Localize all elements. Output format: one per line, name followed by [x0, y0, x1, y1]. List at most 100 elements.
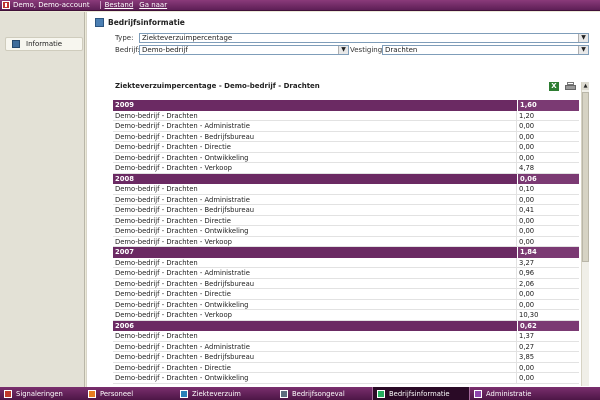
taskbar-item-label: Bedrijfsinformatie [389, 389, 450, 398]
signal-icon [4, 389, 12, 398]
column-divider [516, 110, 517, 121]
company-icon [377, 389, 385, 398]
scroll-up-icon[interactable]: ▲ [582, 82, 589, 90]
module-taskbar: Signaleringen Personeel Ziekteverzuim Bedri… [0, 387, 600, 400]
table-row: Demo-bedrijf - Drachten - Administratie 0… [113, 268, 579, 279]
table-row: Demo-bedrijf - Drachten - Directie 0,00 [113, 362, 579, 373]
department-label: Demo-bedrijf - Drachten - Bedrijfsbureau [115, 132, 255, 141]
location-select[interactable]: Drachten ▼ [382, 45, 589, 55]
sidebar-item-informatie[interactable]: Informatie [5, 37, 83, 51]
column-divider [516, 268, 517, 279]
vertical-scrollbar[interactable]: ▲ [581, 82, 589, 386]
table-row: Demo-bedrijf - Drachten - Ontwikkeling 0,… [113, 373, 579, 384]
admin-icon [474, 389, 482, 398]
menu-ga-naar[interactable]: Ga naar [139, 1, 167, 9]
page-title: Bedrijfsinformatie [95, 18, 185, 27]
year-label: 2007 [115, 248, 134, 256]
taskbar-item-bedrijfsongeval[interactable]: Bedrijfsongeval [276, 387, 372, 400]
department-label: Demo-bedrijf - Drachten - Directie [115, 290, 231, 298]
app-icon [2, 1, 10, 9]
main-panel: Bedrijfsinformatie Type: Ziekteverzuimpe… [86, 12, 600, 387]
menu-bestand[interactable]: Bestand [105, 1, 134, 9]
table-row: Demo-bedrijf - Drachten 1,20 [113, 110, 579, 121]
table-row: Demo-bedrijf - Drachten - Bedrijfsbureau… [113, 131, 579, 142]
scroll-thumb[interactable] [582, 92, 589, 262]
table-row: Demo-bedrijf - Drachten - Directie 0,00 [113, 142, 579, 153]
table-row: Demo-bedrijf - Drachten 0,10 [113, 184, 579, 195]
year-total-value: 0,06 [517, 173, 579, 184]
column-divider [516, 236, 517, 247]
department-label: Demo-bedrijf - Drachten - Bedrijfsbureau [115, 353, 255, 361]
year-header-row: 2009 1,60 [113, 100, 579, 111]
percentage-value: 0,00 [519, 363, 535, 372]
type-select[interactable]: Ziekteverzuimpercentage ▼ [139, 33, 589, 43]
year-total-value: 0,62 [517, 320, 579, 331]
percentage-value: 0,00 [519, 122, 535, 130]
table-row: Demo-bedrijf - Drachten - Directie 0,00 [113, 289, 579, 300]
column-divider [516, 299, 517, 310]
medical-icon [180, 389, 188, 398]
table-row: Demo-bedrijf - Drachten - Directie 0,00 [113, 215, 579, 226]
column-divider [516, 194, 517, 205]
taskbar-item-ziekteverzuim[interactable]: Ziekteverzuim [176, 387, 276, 400]
chevron-down-icon[interactable]: ▼ [578, 34, 588, 42]
column-divider [516, 341, 517, 352]
department-label: Demo-bedrijf - Drachten - Ontwikkeling [115, 300, 249, 309]
percentage-value: 0,00 [519, 374, 535, 382]
percentage-value: 10,30 [519, 311, 539, 319]
table-row: Demo-bedrijf - Drachten 3,27 [113, 257, 579, 268]
table-row: Demo-bedrijf - Drachten - Ontwikkeling 0,… [113, 226, 579, 237]
percentage-value: 1,37 [519, 332, 535, 340]
column-divider [516, 163, 517, 174]
year-header-row: 2008 0,06 [113, 173, 579, 184]
taskbar-item-personeel[interactable]: Personeel [84, 387, 176, 400]
department-label: Demo-bedrijf - Drachten - Ontwikkeling [115, 153, 249, 162]
percentage-value: 0,00 [519, 195, 535, 204]
year-total-value: 1,84 [517, 247, 579, 258]
company-select[interactable]: Demo-bedrijf ▼ [139, 45, 349, 55]
table-row: Demo-bedrijf - Drachten - Ontwikkeling 0,… [113, 299, 579, 310]
table-row: Demo-bedrijf - Drachten 1,37 [113, 331, 579, 342]
percentage-value: 0,00 [519, 132, 535, 141]
column-divider [516, 152, 517, 163]
taskbar-item-administratie[interactable]: Administratie [470, 387, 560, 400]
accident-icon [280, 389, 288, 398]
department-label: Demo-bedrijf - Drachten - Directie [115, 363, 231, 372]
column-divider [516, 310, 517, 321]
page-title-text: Bedrijfsinformatie [108, 18, 185, 27]
percentage-value: 0,00 [519, 290, 535, 298]
column-divider [516, 373, 517, 384]
department-label: Demo-bedrijf - Drachten [115, 258, 198, 267]
table-row: Demo-bedrijf - Drachten - Verkoop 4,78 [113, 163, 579, 174]
department-label: Demo-bedrijf - Drachten - Ontwikkeling [115, 374, 249, 382]
table-row: Demo-bedrijf - Drachten - Administratie 0… [113, 194, 579, 205]
column-divider [516, 121, 517, 132]
percentage-value: 3,27 [519, 258, 535, 267]
info-icon [12, 40, 20, 48]
column-divider [516, 278, 517, 289]
year-header-row: 2006 0,62 [113, 320, 579, 331]
chevron-down-icon[interactable]: ▼ [578, 46, 588, 54]
title-bar: Demo, Demo-account Bestand Ga naar [0, 0, 600, 11]
department-label: Demo-bedrijf - Drachten - Administratie [115, 342, 250, 351]
sidebar: Informatie [0, 12, 85, 387]
department-label: Demo-bedrijf - Drachten [115, 111, 198, 120]
department-label: Demo-bedrijf - Drachten [115, 332, 198, 340]
chevron-down-icon[interactable]: ▼ [338, 46, 348, 54]
percentage-value: 0,00 [519, 143, 535, 151]
percentage-value: 0,00 [519, 227, 535, 235]
taskbar-item-bedrijfsinformatie[interactable]: Bedrijfsinformatie [372, 387, 470, 400]
department-label: Demo-bedrijf - Drachten - Administratie [115, 195, 250, 204]
location-label: Vestiging: [350, 46, 385, 54]
percentage-value: 0,00 [519, 300, 535, 309]
column-divider [516, 215, 517, 226]
percentage-value: 0,96 [519, 269, 535, 277]
percentage-value: 2,06 [519, 279, 535, 288]
column-divider [516, 131, 517, 142]
department-label: Demo-bedrijf - Drachten - Verkoop [115, 164, 232, 172]
department-label: Demo-bedrijf - Drachten - Verkoop [115, 237, 232, 246]
taskbar-item-signaleringen[interactable]: Signaleringen [0, 387, 84, 400]
table-row: Demo-bedrijf - Drachten - Bedrijfsbureau… [113, 352, 579, 363]
company-info-icon [95, 18, 104, 27]
year-total-value: 1,60 [517, 100, 579, 111]
